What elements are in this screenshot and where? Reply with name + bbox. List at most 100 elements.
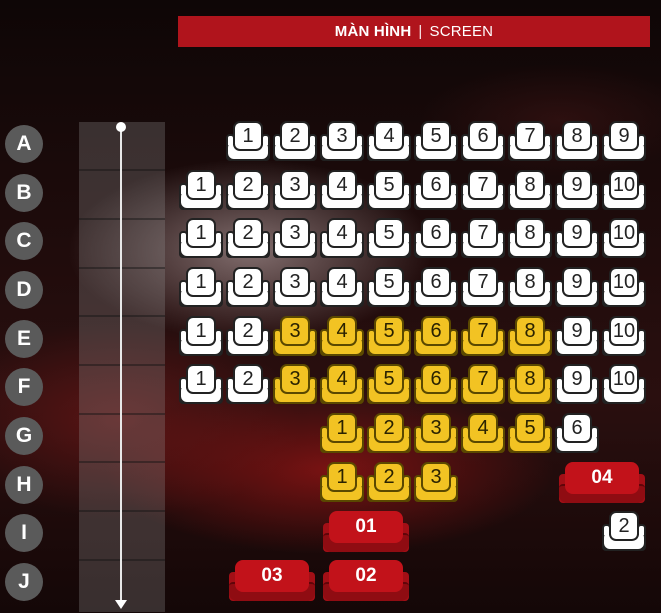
seat-number: 2 xyxy=(280,121,310,151)
seat-f4-selected[interactable]: 4 xyxy=(320,364,364,406)
seat-number: 4 xyxy=(468,413,498,443)
seat-number: 10 xyxy=(609,218,639,248)
seat-a3[interactable]: 3 xyxy=(320,121,364,163)
seat-e4-selected[interactable]: 4 xyxy=(320,316,364,358)
seat-h1-selected[interactable]: 1 xyxy=(320,462,364,504)
seat-c9[interactable]: 9 xyxy=(555,218,599,260)
seat-number: 1 xyxy=(327,413,357,443)
seat-h3-selected[interactable]: 3 xyxy=(414,462,458,504)
seat-d7[interactable]: 7 xyxy=(461,267,505,309)
seat-number: 6 xyxy=(421,267,451,297)
seat-b7[interactable]: 7 xyxy=(461,170,505,212)
seat-number: 8 xyxy=(515,267,545,297)
seat-number: 1 xyxy=(186,170,216,200)
seat-h2-selected[interactable]: 2 xyxy=(367,462,411,504)
seat-b4[interactable]: 4 xyxy=(320,170,364,212)
seat-f8-selected[interactable]: 8 xyxy=(508,364,552,406)
seat-number: 8 xyxy=(515,170,545,200)
seat-d5[interactable]: 5 xyxy=(367,267,411,309)
seat-g6[interactable]: 6 xyxy=(555,413,599,455)
row-scroll-track[interactable] xyxy=(79,122,165,612)
seat-a8[interactable]: 8 xyxy=(555,121,599,163)
seat-c1[interactable]: 1 xyxy=(179,218,223,260)
seat-b5[interactable]: 5 xyxy=(367,170,411,212)
couple-seat-j03[interactable]: 03 xyxy=(229,560,315,602)
seat-g5-selected[interactable]: 5 xyxy=(508,413,552,455)
seat-f7-selected[interactable]: 7 xyxy=(461,364,505,406)
seat-d2[interactable]: 2 xyxy=(226,267,270,309)
seat-c3[interactable]: 3 xyxy=(273,218,317,260)
seat-number: 1 xyxy=(186,364,216,394)
seat-e7-selected[interactable]: 7 xyxy=(461,316,505,358)
seat-number: 3 xyxy=(421,462,451,492)
seat-c4[interactable]: 4 xyxy=(320,218,364,260)
seat-e8-selected[interactable]: 8 xyxy=(508,316,552,358)
seat-b6[interactable]: 6 xyxy=(414,170,458,212)
seat-number: 3 xyxy=(280,218,310,248)
seat-b2[interactable]: 2 xyxy=(226,170,270,212)
seat-b8[interactable]: 8 xyxy=(508,170,552,212)
seat-g2-selected[interactable]: 2 xyxy=(367,413,411,455)
seat-a9[interactable]: 9 xyxy=(602,121,646,163)
seat-d6[interactable]: 6 xyxy=(414,267,458,309)
seat-e5-selected[interactable]: 5 xyxy=(367,316,411,358)
seat-f3-selected[interactable]: 3 xyxy=(273,364,317,406)
seat-a4[interactable]: 4 xyxy=(367,121,411,163)
seat-b9[interactable]: 9 xyxy=(555,170,599,212)
seat-a7[interactable]: 7 xyxy=(508,121,552,163)
seat-d8[interactable]: 8 xyxy=(508,267,552,309)
seat-b10[interactable]: 10 xyxy=(602,170,646,212)
seat-number: 5 xyxy=(374,218,404,248)
seat-e1[interactable]: 1 xyxy=(179,316,223,358)
seat-number: 10 xyxy=(609,267,639,297)
seat-e3-selected[interactable]: 3 xyxy=(273,316,317,358)
seat-i2[interactable]: 2 xyxy=(602,511,646,553)
seat-c5[interactable]: 5 xyxy=(367,218,411,260)
seat-number: 3 xyxy=(421,413,451,443)
seat-f10[interactable]: 10 xyxy=(602,364,646,406)
seat-e6-selected[interactable]: 6 xyxy=(414,316,458,358)
track-start-dot-icon[interactable] xyxy=(116,122,126,132)
track-divider xyxy=(79,559,165,561)
seat-f1[interactable]: 1 xyxy=(179,364,223,406)
seat-d9[interactable]: 9 xyxy=(555,267,599,309)
seat-a2[interactable]: 2 xyxy=(273,121,317,163)
seat-number: 1 xyxy=(186,267,216,297)
seat-number: 5 xyxy=(374,267,404,297)
couple-seat-i01[interactable]: 01 xyxy=(323,511,409,553)
seat-number: 5 xyxy=(374,316,404,346)
seat-f9[interactable]: 9 xyxy=(555,364,599,406)
seat-number: 5 xyxy=(374,364,404,394)
seat-d10[interactable]: 10 xyxy=(602,267,646,309)
seat-c6[interactable]: 6 xyxy=(414,218,458,260)
couple-seat-j02[interactable]: 02 xyxy=(323,560,409,602)
seat-d4[interactable]: 4 xyxy=(320,267,364,309)
seat-f6-selected[interactable]: 6 xyxy=(414,364,458,406)
seat-g3-selected[interactable]: 3 xyxy=(414,413,458,455)
seat-f5-selected[interactable]: 5 xyxy=(367,364,411,406)
seat-c2[interactable]: 2 xyxy=(226,218,270,260)
seat-e9[interactable]: 9 xyxy=(555,316,599,358)
seat-f2[interactable]: 2 xyxy=(226,364,270,406)
screen-label-vi: MÀN HÌNH xyxy=(334,23,412,40)
seat-number: 9 xyxy=(562,364,592,394)
seat-number: 10 xyxy=(609,170,639,200)
track-divider xyxy=(79,267,165,269)
seat-e2[interactable]: 2 xyxy=(226,316,270,358)
seat-g4-selected[interactable]: 4 xyxy=(461,413,505,455)
seat-d1[interactable]: 1 xyxy=(179,267,223,309)
seat-a1[interactable]: 1 xyxy=(226,121,270,163)
couple-seat-h04[interactable]: 04 xyxy=(559,462,645,504)
seat-b1[interactable]: 1 xyxy=(179,170,223,212)
seat-c7[interactable]: 7 xyxy=(461,218,505,260)
seat-a5[interactable]: 5 xyxy=(414,121,458,163)
seat-g1-selected[interactable]: 1 xyxy=(320,413,364,455)
seat-c10[interactable]: 10 xyxy=(602,218,646,260)
seat-a6[interactable]: 6 xyxy=(461,121,505,163)
seat-number: 5 xyxy=(515,413,545,443)
seat-c8[interactable]: 8 xyxy=(508,218,552,260)
seat-e10[interactable]: 10 xyxy=(602,316,646,358)
seat-d3[interactable]: 3 xyxy=(273,267,317,309)
seat-number: 5 xyxy=(374,170,404,200)
seat-b3[interactable]: 3 xyxy=(273,170,317,212)
